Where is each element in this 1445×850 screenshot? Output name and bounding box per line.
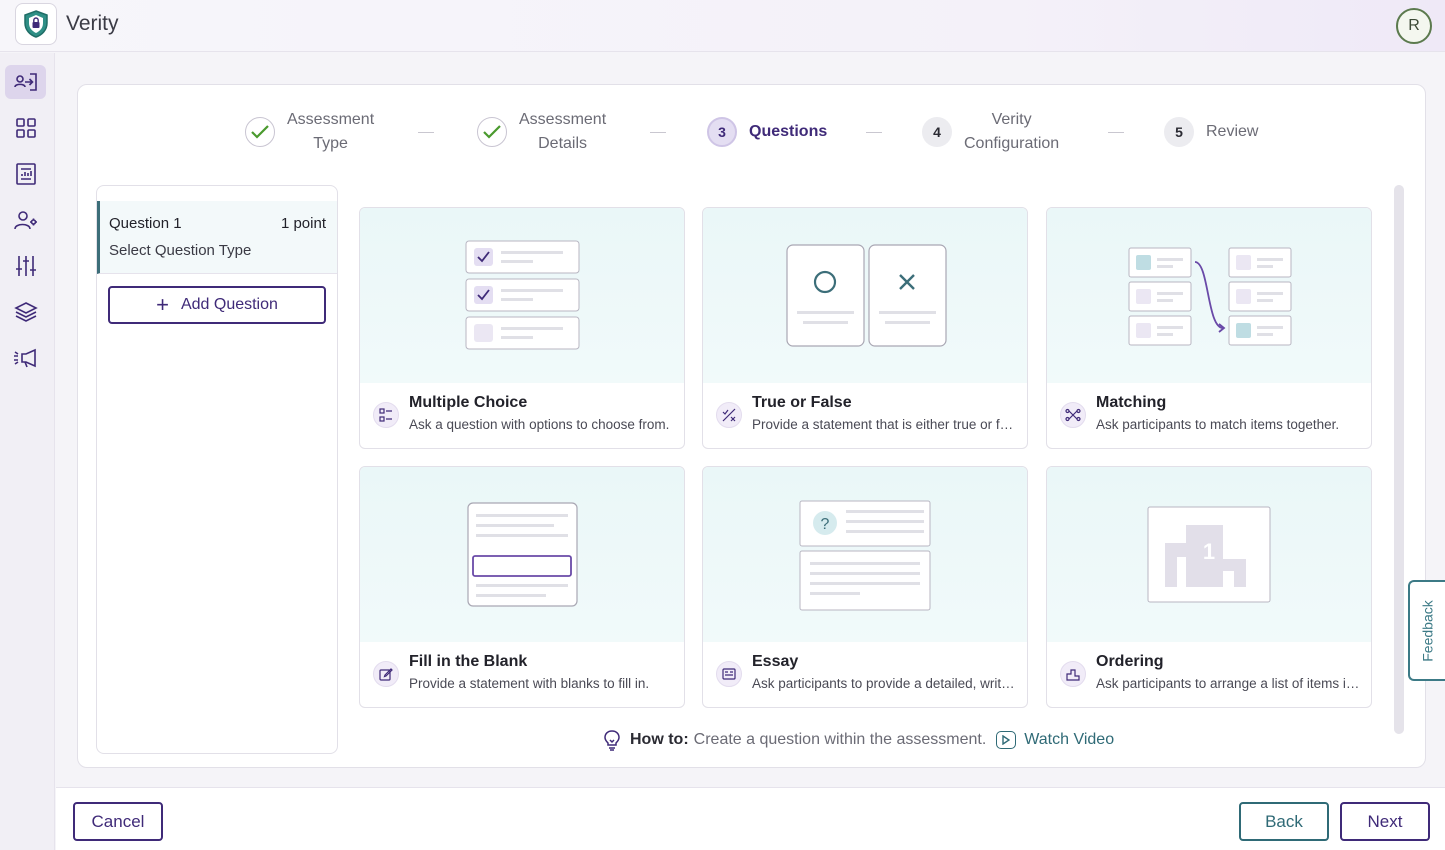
step-label: Assessment Details [519, 111, 607, 152]
question-points: 1 point [280, 215, 326, 232]
step-label: Review [1206, 123, 1259, 140]
step-separator [418, 132, 434, 133]
shield-lock-icon [24, 10, 48, 38]
checklist-icon [373, 402, 399, 428]
step-done-indicator [245, 117, 275, 147]
step-number: 3 [707, 117, 737, 147]
step-label: Questions [749, 123, 828, 140]
watch-video-link[interactable]: Watch Video [996, 731, 1114, 749]
fill-blank-illustration [360, 467, 684, 642]
cancel-button[interactable]: Cancel [73, 802, 163, 841]
add-question-button[interactable]: + Add Question [108, 286, 326, 324]
type-description: Ask participants to arrange a list of it… [1096, 676, 1362, 691]
megaphone-icon [13, 348, 36, 368]
scrollbar-thumb[interactable] [1394, 185, 1404, 734]
next-button[interactable]: Next [1340, 802, 1430, 841]
sidebar-item-reports[interactable] [5, 157, 46, 191]
sidebar-item-library[interactable] [5, 295, 46, 329]
watch-video-label: Watch Video [1024, 731, 1115, 748]
true-false-icon [716, 402, 742, 428]
logo[interactable] [15, 3, 57, 45]
layers-icon [13, 302, 38, 322]
true-false-illustration [703, 208, 1027, 383]
plus-icon: + [156, 292, 169, 317]
type-name: Matching [1096, 394, 1167, 411]
play-icon [996, 731, 1017, 749]
step-review[interactable]: 5 Review [1164, 107, 1258, 157]
user-transfer-icon [13, 73, 37, 91]
sidebar-item-announcements[interactable] [5, 341, 46, 375]
step-questions[interactable]: 3 Questions [707, 107, 827, 157]
type-name: Essay [752, 653, 799, 670]
step-separator [650, 132, 666, 133]
matching-icon [1060, 402, 1086, 428]
step-assessment-type[interactable]: Assessment Type [245, 107, 374, 157]
add-question-label: Add Question [180, 296, 278, 313]
svg-text:1: 1 [1203, 539, 1215, 564]
type-description: Ask participants to match items together… [1096, 417, 1340, 432]
footer-bar: Cancel Back Next [56, 787, 1445, 850]
ordering-illustration: 1 [1047, 467, 1371, 642]
question-type-true-false[interactable]: True or False Provide a statement that i… [702, 207, 1028, 449]
podium-icon [1060, 661, 1086, 687]
type-name: True or False [752, 394, 852, 411]
question-type-fill-in-the-blank[interactable]: Fill in the Blank Provide a statement wi… [359, 466, 685, 708]
question-list-panel: Question 1 1 point Select Question Type … [96, 185, 338, 754]
sidebar [0, 53, 55, 850]
check-icon [483, 125, 501, 139]
user-settings-icon [13, 211, 37, 230]
step-number: 5 [1164, 117, 1194, 147]
step-done-indicator [477, 117, 507, 147]
user-avatar[interactable]: R [1396, 8, 1432, 44]
type-description: Provide a statement that is either true … [752, 417, 1018, 432]
essay-illustration: ? [703, 467, 1027, 642]
feedback-tab[interactable]: Feedback [1408, 580, 1445, 681]
sidebar-item-users[interactable] [5, 203, 46, 237]
question-list-item[interactable]: Question 1 1 point Select Question Type [97, 201, 337, 274]
grid-icon [15, 118, 36, 138]
feedback-label: Feedback [1420, 599, 1437, 662]
type-name: Multiple Choice [409, 394, 528, 411]
check-icon [251, 125, 269, 139]
type-description: Ask a question with options to choose fr… [409, 417, 670, 432]
step-label: Assessment Type [287, 111, 375, 152]
step-separator [1108, 132, 1124, 133]
edit-icon [373, 661, 399, 687]
multiple-choice-illustration [360, 208, 684, 383]
type-description: Provide a statement with blanks to fill … [409, 676, 650, 691]
type-name: Ordering [1096, 653, 1164, 670]
lightbulb-icon [604, 730, 620, 751]
step-verity-configuration[interactable]: 4 Verity Configuration [922, 107, 1059, 157]
sidebar-item-dashboard[interactable] [5, 111, 46, 145]
step-number: 4 [922, 117, 952, 147]
matching-illustration [1047, 208, 1371, 383]
step-label: Verity Configuration [964, 111, 1060, 152]
question-type-multiple-choice[interactable]: Multiple Choice Ask a question with opti… [359, 207, 685, 449]
type-name: Fill in the Blank [409, 653, 528, 670]
step-separator [866, 132, 882, 133]
sidebar-item-assessments[interactable] [5, 65, 46, 99]
sidebar-item-settings[interactable] [5, 249, 46, 283]
svg-text:?: ? [821, 516, 830, 533]
top-bar: Verity R [0, 0, 1445, 52]
app-title: Verity [66, 12, 119, 35]
step-assessment-details[interactable]: Assessment Details [477, 107, 606, 157]
report-icon [15, 163, 36, 185]
back-button[interactable]: Back [1239, 802, 1329, 841]
question-type-essay[interactable]: ? Essay Ask participants to provide a de… [702, 466, 1028, 708]
sliders-icon [15, 256, 36, 276]
howto-bar: How to: Create a question within the ass… [603, 728, 1114, 752]
howto-label: How to: [630, 731, 689, 748]
question-type-matching[interactable]: Matching Ask participants to match items… [1046, 207, 1372, 449]
howto-text: Create a question within the assessment. [693, 731, 987, 748]
question-subtitle: Select Question Type [109, 242, 252, 259]
question-type-ordering[interactable]: 1 Ordering Ask participants to arrange a… [1046, 466, 1372, 708]
question-title: Question 1 [109, 215, 182, 232]
essay-icon [716, 661, 742, 687]
type-description: Ask participants to provide a detailed, … [752, 676, 1018, 691]
